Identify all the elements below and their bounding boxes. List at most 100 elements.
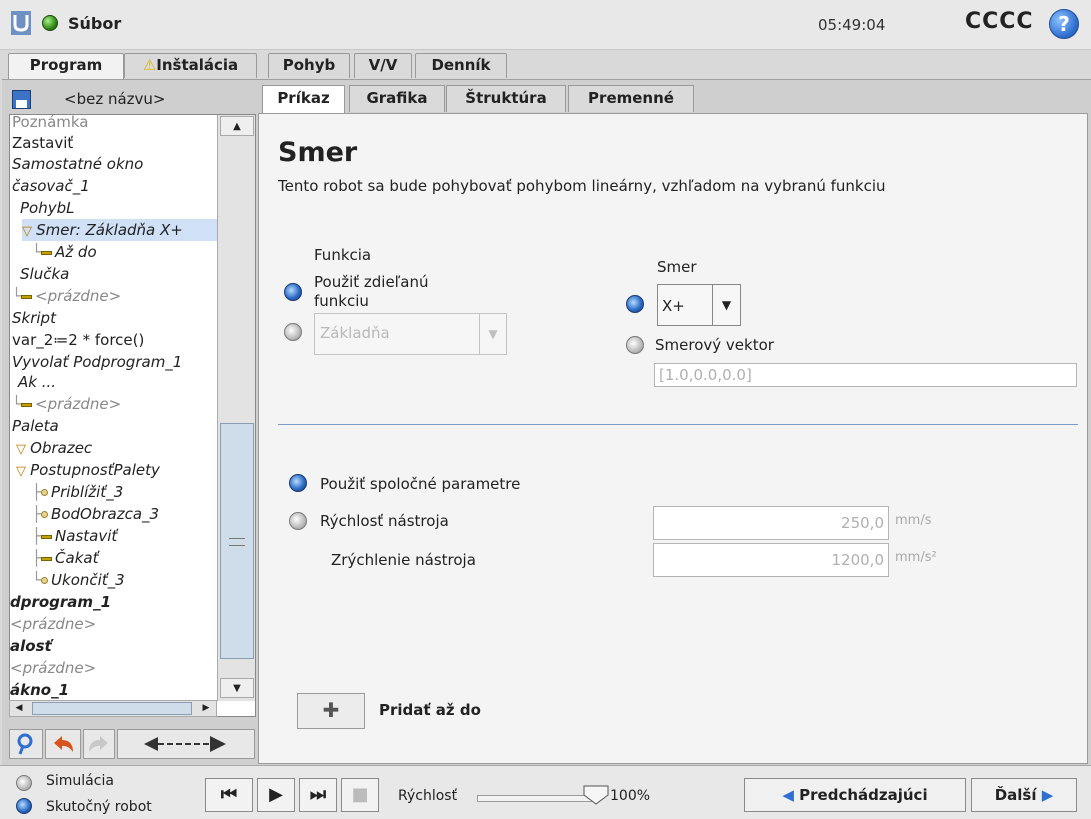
tree-item-selected[interactable]: ▽ Smer: Základňa X+: [22, 219, 218, 241]
set-icon: [41, 534, 53, 539]
direction-select[interactable]: X+ ▼: [657, 284, 741, 326]
feature-label: Funkcia: [314, 246, 372, 264]
tool-speed-unit: mm/s: [895, 513, 932, 528]
simulation-label: Simulácia: [46, 773, 114, 789]
feature-select-value: Základňa: [320, 324, 390, 342]
tree-item[interactable]: <prázdne>: [10, 613, 96, 635]
tree-item[interactable]: var_2≔2 * force(): [12, 329, 144, 351]
tree-item[interactable]: Samostatné okno: [12, 153, 143, 175]
move-node-button[interactable]: [117, 729, 255, 759]
speed-value: 100%: [610, 788, 651, 804]
speed-slider-knob[interactable]: [583, 785, 609, 805]
tree-item[interactable]: Vyvolať Podprogram_1: [12, 351, 182, 373]
tree-item[interactable]: Poznámka: [12, 115, 89, 133]
direction-axis-radio[interactable]: [626, 295, 644, 313]
direction-label: Smer: [657, 258, 697, 276]
undo-icon: [54, 736, 73, 752]
speed-slider[interactable]: [477, 795, 597, 802]
tree-item[interactable]: alosť: [10, 635, 52, 657]
redo-button[interactable]: [83, 729, 115, 759]
step-icon: ⏭: [309, 784, 327, 805]
plus-icon: ✚: [322, 698, 340, 722]
tool-accel-field[interactable]: 1200,0: [653, 543, 889, 577]
tree-item[interactable]: └ <prázdne>: [12, 393, 121, 415]
tab-graphics[interactable]: Grafika: [349, 85, 445, 112]
search-button[interactable]: [9, 729, 43, 759]
feature-select[interactable]: Základňa ▼: [314, 313, 507, 355]
tab-program[interactable]: Program: [8, 53, 124, 80]
real-robot-radio[interactable]: [16, 798, 32, 814]
tree-horizontal-scrollbar[interactable]: ◀ ▶: [9, 700, 217, 717]
play-icon: ▶: [269, 784, 283, 805]
undo-button[interactable]: [45, 729, 81, 759]
stop-icon: ■: [351, 784, 369, 805]
chevron-down-icon[interactable]: ▼: [479, 314, 506, 354]
tab-structure[interactable]: Štruktúra: [446, 85, 566, 112]
tab-log[interactable]: Denník: [415, 53, 507, 78]
tab-variables[interactable]: Premenné: [568, 85, 694, 112]
warning-icon: ⚠: [142, 56, 157, 74]
play-button[interactable]: ▶: [257, 778, 295, 812]
tab-io[interactable]: V/V: [354, 53, 412, 78]
speed-label: Rýchlosť: [398, 788, 458, 804]
tree-item[interactable]: časovač_1: [12, 175, 90, 197]
use-common-params-radio[interactable]: [289, 474, 307, 492]
expand-triangle-icon[interactable]: ▽: [22, 224, 36, 239]
scroll-left-icon[interactable]: ◀: [11, 702, 27, 715]
tree-vertical-scrollbar[interactable]: ▲ ▼: [217, 115, 255, 701]
tree-item[interactable]: Paleta: [12, 415, 59, 437]
tree-item[interactable]: └ Až do: [32, 241, 97, 263]
direction-vector-field[interactable]: [1.0,0.0,0.0]: [654, 363, 1077, 387]
tree-item[interactable]: ├ BodObrazca_3: [32, 503, 159, 525]
scroll-down-icon[interactable]: ▼: [220, 678, 254, 698]
move-arrows-icon: [144, 736, 226, 752]
tree-item[interactable]: ├ Priblížiť_3: [32, 481, 123, 503]
scroll-right-icon[interactable]: ▶: [198, 702, 214, 715]
tree-item[interactable]: Slučka: [20, 263, 69, 285]
direction-vector-label: Smerový vektor: [655, 336, 774, 354]
tree-item[interactable]: <prázdne>: [10, 657, 96, 679]
previous-button[interactable]: ◀ Predchádzajúci: [744, 778, 966, 812]
use-shared-feature-label: Použiť zdieľanú funkciu: [314, 273, 429, 310]
simulation-radio[interactable]: [16, 775, 32, 791]
tab-move[interactable]: Pohyb: [268, 53, 350, 78]
tab-command[interactable]: Príkaz: [262, 85, 345, 114]
empty-icon: [21, 402, 33, 407]
stop-button[interactable]: ■: [341, 778, 379, 812]
tab-installation[interactable]: ⚠Inštalácia: [124, 53, 257, 78]
file-menu[interactable]: Súbor: [68, 14, 121, 33]
tree-item[interactable]: ├ Čakať: [32, 547, 98, 569]
divider: [278, 424, 1078, 425]
select-feature-radio[interactable]: [284, 323, 302, 341]
scroll-thumb[interactable]: [32, 702, 192, 715]
direction-vector-radio[interactable]: [626, 336, 644, 354]
save-icon[interactable]: [12, 90, 31, 109]
chevron-down-icon[interactable]: ▼: [712, 285, 740, 325]
expand-triangle-icon[interactable]: ▽: [16, 442, 30, 457]
rewind-button[interactable]: ⏮: [205, 778, 253, 812]
scroll-thumb[interactable]: [220, 423, 254, 659]
tree-item[interactable]: Zastaviť: [12, 132, 73, 154]
scroll-up-icon[interactable]: ▲: [220, 116, 254, 136]
status-indicator-icon: [42, 15, 58, 31]
tree-item[interactable]: dprogram_1: [10, 591, 111, 613]
use-shared-feature-radio[interactable]: [284, 283, 302, 301]
tool-speed-field[interactable]: 250,0: [653, 506, 889, 540]
tool-speed-radio[interactable]: [289, 512, 307, 530]
search-icon: [17, 733, 33, 755]
next-button[interactable]: Ďalší ▶: [971, 778, 1077, 812]
step-button[interactable]: ⏭: [299, 778, 337, 812]
tree-item[interactable]: └ <prázdne>: [12, 285, 121, 307]
add-until-button[interactable]: ✚: [297, 693, 365, 729]
tree-item[interactable]: ákno_1: [10, 679, 69, 701]
tree-item[interactable]: Ak ...: [18, 371, 56, 393]
tree-item[interactable]: ├ Nastaviť: [32, 525, 117, 547]
tree-item[interactable]: Skript: [12, 307, 56, 329]
tree-item[interactable]: ▽ Obrazec: [16, 437, 92, 459]
expand-triangle-icon[interactable]: ▽: [16, 464, 30, 479]
tree-item[interactable]: PohybL: [20, 197, 75, 219]
help-icon[interactable]: ?: [1049, 9, 1079, 39]
tree-item[interactable]: └ Ukončiť_3: [32, 569, 125, 591]
tree-item[interactable]: ▽ PostupnosťPalety: [16, 459, 160, 481]
ur-logo-icon: [11, 11, 31, 35]
